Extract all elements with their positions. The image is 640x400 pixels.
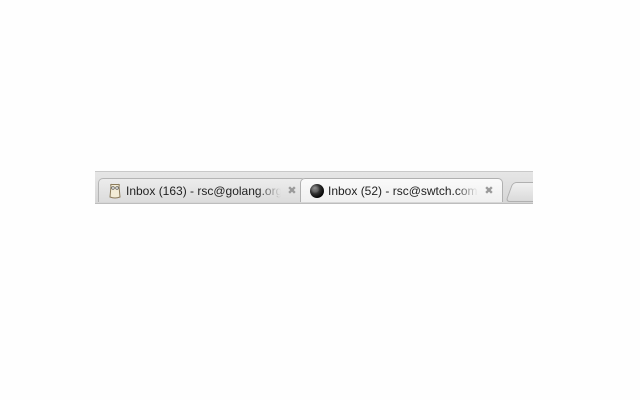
tab-strip: Inbox (163) - rsc@golang.org ✖ Inbox (52…: [95, 171, 533, 204]
close-icon[interactable]: ✖: [285, 184, 299, 198]
close-icon[interactable]: ✖: [482, 184, 496, 198]
tab-title: Inbox (52) - rsc@swtch.com: [328, 183, 478, 198]
tab-inbox-swtch[interactable]: Inbox (52) - rsc@swtch.com ✖: [300, 178, 503, 202]
tab-title: Inbox (163) - rsc@golang.org: [126, 183, 281, 198]
new-tab-icon[interactable]: [505, 182, 533, 202]
tab-inbox-golang[interactable]: Inbox (163) - rsc@golang.org ✖: [98, 178, 306, 202]
globe-icon: [309, 183, 325, 199]
gopher-icon: [107, 183, 123, 199]
